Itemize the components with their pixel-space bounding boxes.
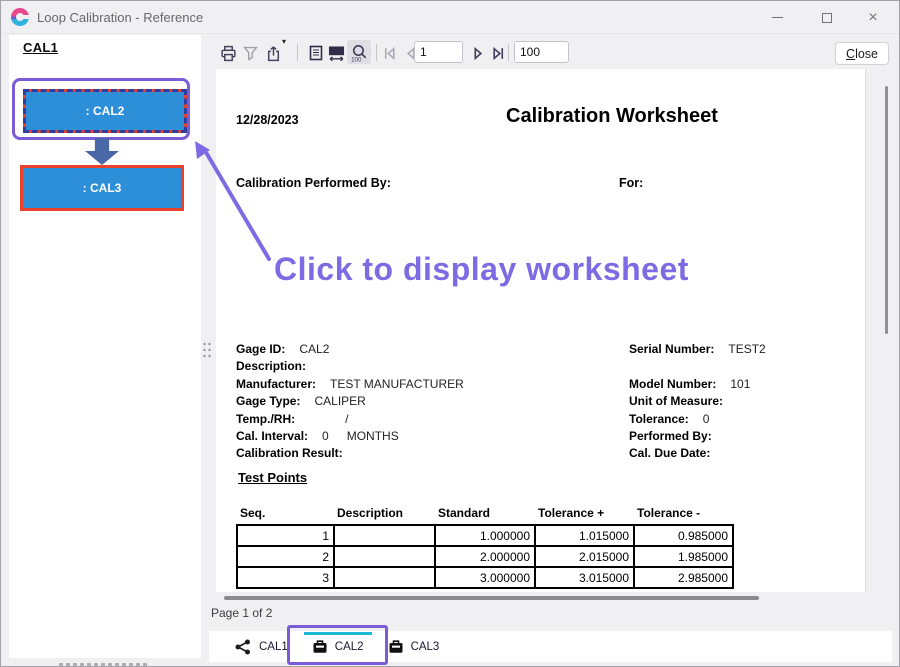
panel-splitter-handle[interactable] <box>202 341 211 359</box>
zoom-level-input[interactable] <box>514 41 569 63</box>
column-header: Description <box>333 506 434 520</box>
column-header: Tolerance - <box>633 506 732 520</box>
svg-text:100: 100 <box>351 56 362 62</box>
gage-icon <box>312 639 328 654</box>
app-window: Loop Calibration - Reference × CAL1 : CA… <box>0 0 900 667</box>
flow-down-arrow-icon <box>85 138 119 165</box>
tab-label: CAL1 <box>259 641 288 653</box>
for-label: For: <box>619 176 643 190</box>
info-line: Cal. Interval:0MONTHS <box>236 428 464 445</box>
gage-icon <box>388 639 404 654</box>
info-line: Calibration Result: <box>236 445 464 462</box>
maximize-button[interactable] <box>807 1 847 34</box>
annotation-text: Click to display worksheet <box>274 251 689 288</box>
node-selection-highlight: : CAL2 <box>12 78 190 140</box>
tab-label: CAL3 <box>411 641 440 653</box>
info-line <box>629 358 766 375</box>
info-line: Serial Number:TEST2 <box>629 341 766 358</box>
toolbar-separator <box>508 44 509 61</box>
page-width-view-icon[interactable] <box>326 43 346 63</box>
single-page-view-icon[interactable] <box>306 43 326 63</box>
print-icon[interactable] <box>218 43 238 63</box>
node-label: : CAL3 <box>83 181 122 195</box>
export-icon[interactable] <box>263 43 283 63</box>
column-header: Standard <box>434 506 534 520</box>
root-gage-label: CAL1 <box>23 40 58 55</box>
column-header: Tolerance + <box>534 506 633 520</box>
page-status-text: Page 1 of 2 <box>211 606 272 620</box>
report-date: 12/28/2023 <box>236 113 299 127</box>
vertical-scrollbar-thumb[interactable] <box>885 86 888 334</box>
table-row: 2 2.000000 2.015000 1.985000 <box>237 546 733 567</box>
tab-cal1[interactable]: CAL1 <box>209 631 300 662</box>
test-points-table: 1 1.000000 1.015000 0.985000 2 2.000000 … <box>236 524 734 589</box>
horizontal-scrollbar-thumb[interactable] <box>224 596 759 600</box>
performed-by-label: Calibration Performed By: <box>236 176 391 190</box>
report-title: Calibration Worksheet <box>506 105 718 128</box>
background-window-artifact <box>59 663 149 667</box>
info-line: Model Number:101 <box>629 376 766 393</box>
tab-cal3[interactable]: CAL3 <box>376 631 452 662</box>
info-line: Tolerance:0 <box>629 411 766 428</box>
test-points-column-headers: Seq. Description Standard Tolerance + To… <box>236 506 732 520</box>
gage-info-right-column: Serial Number:TEST2 Model Number:101 Uni… <box>629 341 766 463</box>
info-line: Gage Type:CALIPER <box>236 393 464 410</box>
next-page-button[interactable] <box>468 43 488 63</box>
tab-label: CAL2 <box>335 641 364 653</box>
page-number-input[interactable] <box>414 41 463 63</box>
share-icon <box>234 639 252 655</box>
info-line: Cal. Due Date: <box>629 445 766 462</box>
last-page-button[interactable] <box>488 43 508 63</box>
info-line: Unit of Measure: <box>629 393 766 410</box>
info-line: Gage ID:CAL2 <box>236 341 464 358</box>
toolbar-separator <box>376 44 377 61</box>
table-row: 1 1.000000 1.015000 0.985000 <box>237 525 733 546</box>
diagram-node-cal2[interactable]: : CAL2 <box>23 89 187 133</box>
node-label: : CAL2 <box>86 104 125 118</box>
table-row: 3 3.000000 3.015000 2.985000 <box>237 567 733 588</box>
info-line: Manufacturer:TEST MANUFACTURER <box>236 376 464 393</box>
info-line: Temp./RH:/ <box>236 411 464 428</box>
minimize-button[interactable] <box>757 1 797 34</box>
tab-cal2[interactable]: CAL2 <box>300 631 376 662</box>
report-page: 12/28/2023 Calibration Worksheet Calibra… <box>216 69 866 592</box>
gage-info-left-column: Gage ID:CAL2 Description: Manufacturer:T… <box>236 341 464 463</box>
close-button[interactable]: Close <box>835 42 889 65</box>
worksheet-tab-bar: CAL1 CAL2 CAL3 <box>209 631 892 662</box>
report-toolbar: ▾ 100 <box>216 35 899 69</box>
loop-diagram-panel: CAL1 : CAL2 : CAL3 <box>9 35 201 658</box>
column-header: Seq. <box>236 506 333 520</box>
filter-icon[interactable] <box>240 43 260 63</box>
info-line: Description: <box>236 358 464 375</box>
test-points-heading: Test Points <box>238 470 307 485</box>
diagram-node-cal3[interactable]: : CAL3 <box>20 165 184 211</box>
title-bar: Loop Calibration - Reference × <box>1 1 899 34</box>
info-line: Performed By: <box>629 428 766 445</box>
app-logo-icon <box>11 8 29 26</box>
toolbar-separator <box>297 44 298 61</box>
zoom-100-icon[interactable]: 100 <box>349 43 369 63</box>
export-dropdown-caret-icon[interactable]: ▾ <box>282 38 286 46</box>
window-title: Loop Calibration - Reference <box>37 10 203 25</box>
window-close-button[interactable]: × <box>853 1 893 34</box>
first-page-button[interactable] <box>379 43 399 63</box>
